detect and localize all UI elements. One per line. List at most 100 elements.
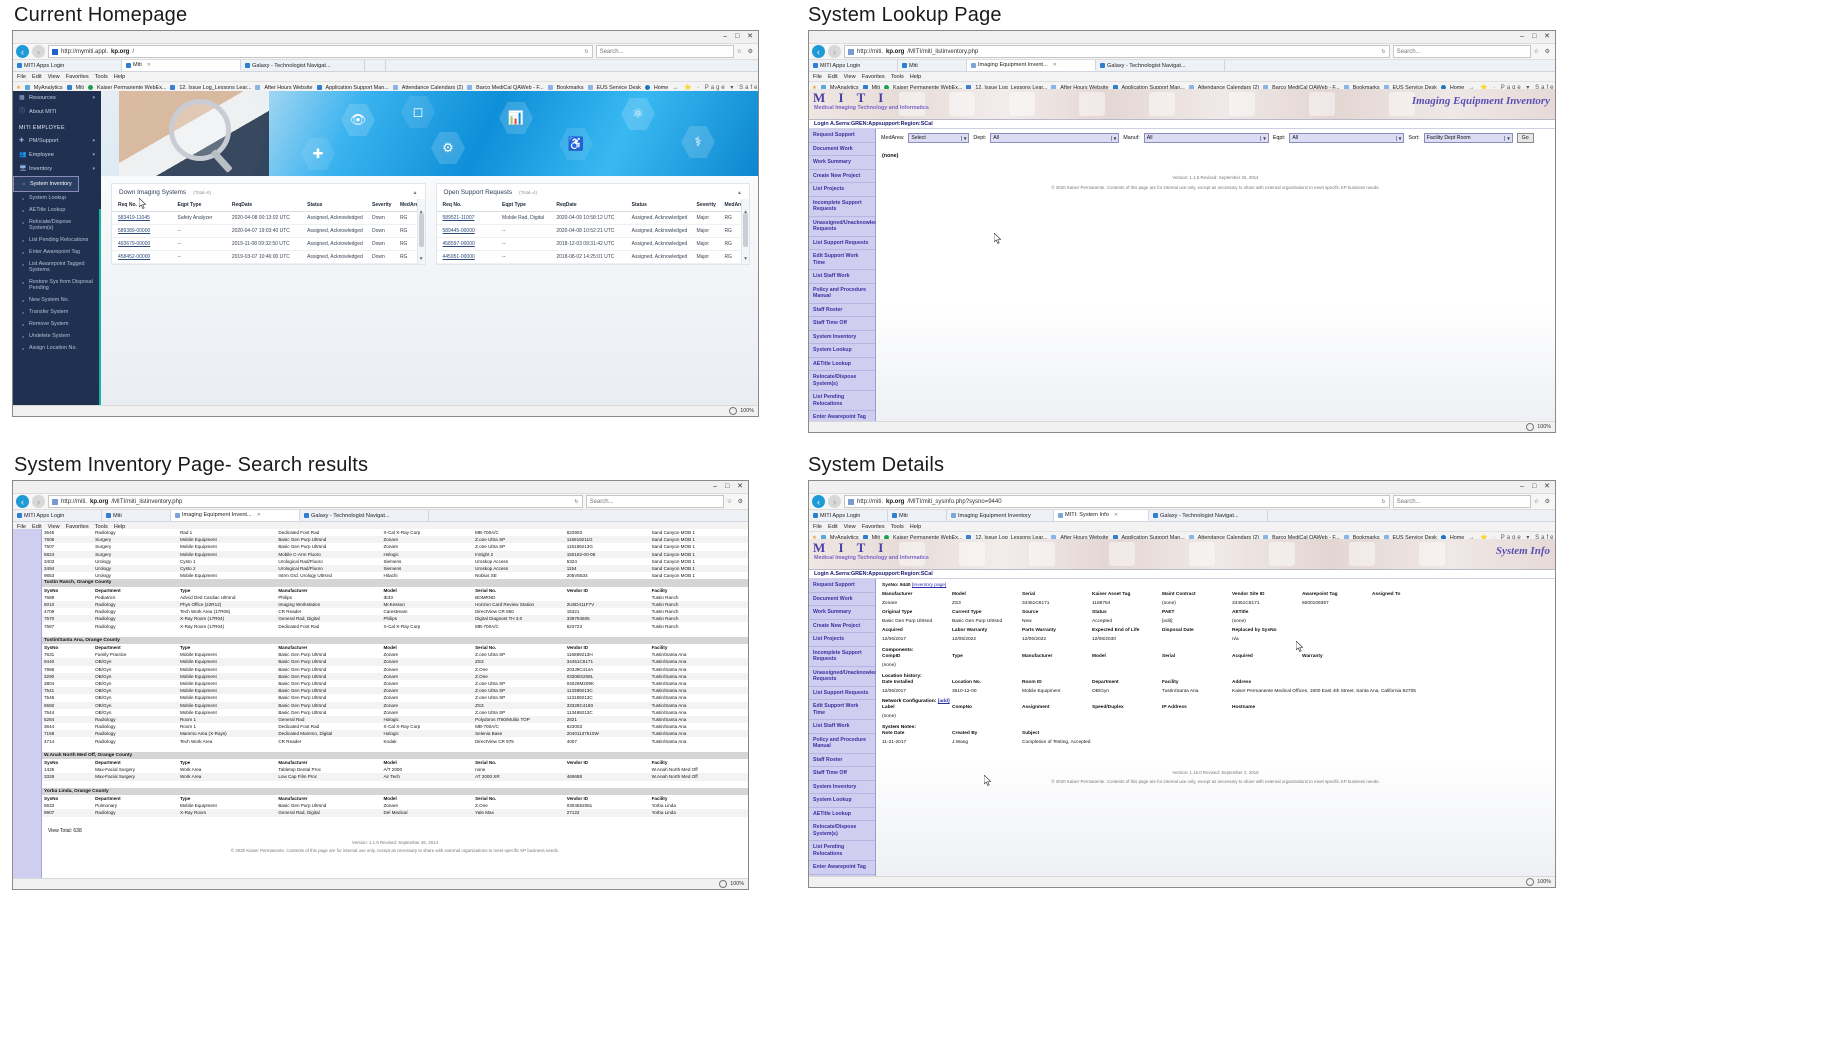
refresh-icon[interactable]: ↻ [574,499,578,505]
table-row[interactable]: 5633 Pulmonary Mobile Equipment Basic Gen P… [42,802,748,809]
sidebar-item-assign-location-no[interactable]: Assign Location No. [13,342,101,354]
column-header[interactable]: Facility [649,759,748,767]
nav-system-inventory[interactable]: System Inventory [809,781,875,794]
nav-system-inventory[interactable]: System Inventory [809,331,875,344]
command-bar-icons-p1[interactable]: → ⭐ · Page ▾ Safety ▾ Tools ▾ [672,84,758,91]
sidebar-item-pm-support[interactable]: ✚ PM/Support ▾ [13,134,101,148]
sidebar-item-restore-sys[interactable]: Restore Sys from Disposal Pending [13,276,101,294]
table-row[interactable]: 7158 Radiology Mammo Area (X-Rays) Dedicate… [42,730,748,738]
cell-req-no[interactable]: 493679-00000 [112,237,172,251]
column-header[interactable]: SysNo [42,586,94,594]
zoom-level-p2[interactable]: 100% [1537,424,1551,430]
medarea-select[interactable]: Select ▼ [908,133,970,143]
column-header[interactable]: Facility [649,794,748,803]
addressbar-icons-p1[interactable]: ☆ ⚙ [737,48,755,55]
table-row[interactable]: 4709 Radiology Tech Work Area (17R06) CR Re… [42,608,748,615]
table-row[interactable]: 3644 Radiology Room 1 Dedicated Foot Rad X-C… [42,723,748,730]
sidebar-item-remove-system[interactable]: Remove System [13,318,101,330]
chevron-up-icon[interactable]: ▲ [413,190,418,196]
fav-attendance[interactable]: Attendance Calendars (2) [402,85,463,91]
nav-request-support[interactable]: Request Support [809,579,875,593]
fav-eus-service-desk[interactable]: EUS Service Desk [597,85,641,91]
zoom-icon[interactable] [1526,878,1535,886]
nav-policy-procedure-manual[interactable]: Policy and Procedure Manual [809,734,875,754]
zoom-icon[interactable] [719,880,728,888]
tab-miti-apps-login[interactable]: MITI Apps Login [809,510,888,521]
tab-miti-apps-login[interactable]: MITI Apps Login [13,510,102,521]
go-button[interactable]: Go [1516,133,1534,143]
sidebar-item-enter-awarepoint-tag[interactable]: Enter Awarepoint Tag [13,246,101,258]
nav-list-pending-relocations[interactable]: List Pending Relocations [809,841,875,861]
url-input-p2[interactable]: http://miti. kp.org/MITI/miti_listinvento… [844,45,1390,58]
nav-edit-support-work-time[interactable]: Edit Support Work Time [809,700,875,720]
nav-list-support-requests[interactable]: List Support Requests [809,237,875,250]
table-scrollbar[interactable]: ▲ ▼ [741,199,749,264]
nav-system-lookup[interactable]: System Lookup [809,794,875,808]
back-icon[interactable]: ‹ [812,495,825,508]
nav-list-staff-work[interactable]: List Staff Work [809,720,875,734]
nav-relocate-dispose[interactable]: Relocate/Dispose System(s) [809,821,875,841]
table-row[interactable]: 7687 Radiology X-Ray Room (17R04) Dedicated… [42,622,748,629]
column-header[interactable]: Manufacturer [276,644,382,652]
menu-file[interactable]: File [17,74,26,80]
forward-icon[interactable]: › [32,495,45,508]
search-input-p2[interactable]: Search... [1392,45,1531,58]
nav-document-work[interactable]: Document Work [809,593,875,606]
fav-barco[interactable]: Barco MediCal QAWeb - F... [476,85,543,91]
nav-edit-support-work-time[interactable]: Edit Support Work Time [809,250,875,270]
url-input-p4[interactable]: http://miti. kp.org/MITI/miti_sysinfo.php… [844,495,1390,508]
scrollbar-thumb[interactable] [743,213,748,247]
cell-req-no[interactable]: 589445-00000 [436,224,497,238]
back-icon[interactable]: ‹ [16,495,29,508]
manuf-select[interactable]: All ▼ [1143,133,1269,143]
sidebar-item-list-pending-relocations[interactable]: List Pending Relocations [13,234,101,246]
dept-select[interactable]: All ▼ [990,133,1120,143]
column-header[interactable]: Department [93,759,178,767]
table-row[interactable]: 7670 Radiology X-Ray Room (17R04) General R… [42,615,748,623]
refresh-icon[interactable]: ↻ [1381,49,1385,55]
column-header[interactable]: Vendor ID [564,586,650,594]
nav-list-projects[interactable]: List Projects [809,183,875,197]
new-tab-button[interactable] [365,60,386,71]
nav-unassigned-unacknowledged[interactable]: Unassigned/Unacknowledged Requests [809,217,887,237]
menu-tools[interactable]: Tools [891,74,904,80]
table-row[interactable]: 1425 Max-Facial Surgery Work Area Tabletop … [42,766,748,773]
table-row[interactable]: 9653 Urology Mobile Equipment Intrm Grd. Ur… [42,572,748,579]
forward-icon[interactable]: › [828,45,841,58]
inventory-page-link[interactable]: [Inventory page] [912,583,946,588]
column-header[interactable]: Model [381,586,474,594]
column-header[interactable]: Facility [649,644,748,652]
close-icon[interactable]: ✕ [1053,62,1057,68]
sidebar-item-inventory[interactable]: 🖥 Inventory ▾ [13,162,101,176]
nav-staff-time-off[interactable]: Staff Time Off [809,767,875,781]
forward-icon[interactable]: › [32,45,45,58]
cell-req-no[interactable]: 589389-00000 [112,224,172,238]
tab-miti[interactable]: Miti ✕ [122,60,241,71]
search-input-p1[interactable]: Search... [595,45,734,58]
sidebar-item-about-miti[interactable]: ⓘ About MITI [13,105,101,119]
menu-edit[interactable]: Edit [828,524,838,530]
column-header[interactable]: Model [381,759,474,767]
column-header[interactable]: Model [381,794,474,803]
table-row[interactable]: 7631 Family Practice Mobile Equipment Basic… [42,651,748,658]
url-input-p3[interactable]: http://miti. kp.org/MITI/miti_listinvento… [48,495,583,508]
table-row[interactable]: 7545 OB/Gyn Mobile Equipment Basic Gen Purp… [42,694,748,701]
cell-req-no[interactable]: 445951-00000 [436,250,497,264]
window-buttons-p2[interactable]: – □ ✕ [1520,32,1553,41]
column-header[interactable]: Manufacturer [276,794,382,803]
table-row[interactable]: 3403 Urology Cysto 1 Urological Rad/Fluoro S… [42,558,748,565]
fav-miti[interactable]: Miti [76,85,84,91]
close-icon[interactable]: ✕ [147,62,151,68]
refresh-icon[interactable]: ↻ [1381,499,1385,505]
cell-req-no[interactable]: 458597-00000 [436,237,497,251]
scroll-down-icon[interactable]: ▼ [418,256,425,262]
zoom-level-p3[interactable]: 100% [730,881,744,887]
nav-create-new-project[interactable]: Create New Project [809,170,875,183]
table-row[interactable]: 3290 OB/Gyn Mobile Equipment Basic Gen Purp… [42,672,748,680]
close-icon[interactable]: ✕ [1114,512,1118,518]
tab-miti[interactable]: Miti [898,60,967,71]
tab-miti-apps-login[interactable]: MITI Apps Login [13,60,122,71]
sidebar-item-new-system-no[interactable]: New System No. [13,294,101,306]
zoom-level-p1[interactable]: 100% [740,408,754,414]
table-row[interactable]: 7608 Surgery Mobile Equipment Basic Gen Pur… [42,536,748,544]
